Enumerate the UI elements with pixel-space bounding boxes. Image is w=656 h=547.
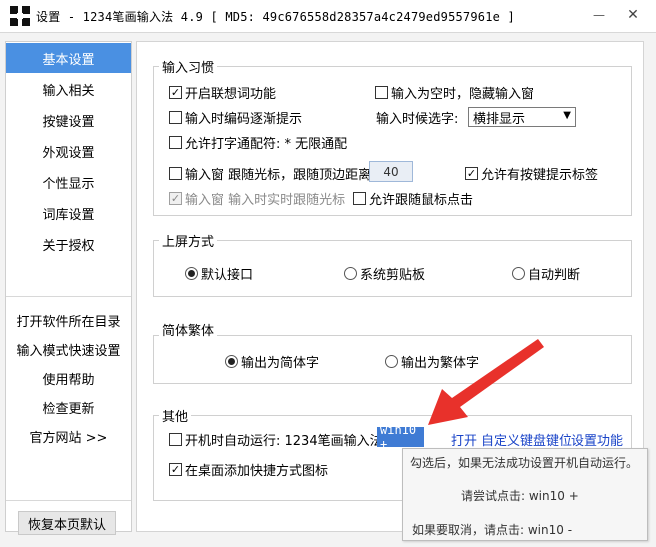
sidebar-item-label: 外观设置 — [42, 145, 95, 161]
sidebar-item-display[interactable]: 个性显示 — [6, 167, 131, 197]
group-title: 简体繁体 — [159, 320, 218, 339]
commit-auto-radio[interactable]: 自动判断 — [512, 264, 580, 283]
link-label: 检查更新 — [42, 401, 95, 417]
select-value: 横排显示 — [473, 111, 526, 127]
window-title: 设置 - 1234笔画输入法 4.9 [ MD5: 49c676558d2835… — [36, 10, 515, 24]
checkbox-icon — [169, 167, 182, 180]
checkbox-icon: ✓ — [465, 167, 478, 180]
sidebar-item-label: 关于授权 — [42, 238, 95, 254]
sidebar-item-label: 按键设置 — [42, 114, 95, 130]
checkbox-icon — [169, 433, 182, 446]
radio-label: 自动判断 — [528, 268, 581, 283]
tooltip-line: 如果要取消，请点击: win10 - — [412, 523, 573, 537]
desktop-shortcut-checkbox[interactable]: ✓ 在桌面添加快捷方式图标 — [169, 460, 328, 479]
follow-cursor-checkbox[interactable]: 输入窗 跟随光标，跟随顶边距离: — [169, 164, 376, 183]
help-link[interactable]: 使用帮助 — [6, 365, 131, 391]
close-button[interactable]: ✕ — [616, 4, 650, 26]
candidate-layout-label: 输入时候选字: — [376, 112, 459, 127]
annotation-arrow — [428, 339, 544, 425]
restore-defaults-button[interactable]: 恢复本页默认 — [18, 511, 116, 535]
mouse-follow-checkbox[interactable]: 允许跟随鼠标点击 — [353, 189, 473, 208]
link-label: 使用帮助 — [42, 372, 95, 388]
link-label: 官方网站 >> — [29, 430, 108, 446]
quick-mode-link[interactable]: 输入模式快速设置 — [6, 336, 131, 362]
sidebar-item-label: 词库设置 — [42, 207, 95, 223]
group-title: 其他 — [159, 406, 192, 425]
checkbox-label: 开机时自动运行: 1234笔画输入法 — [185, 434, 383, 449]
radio-icon — [344, 267, 357, 280]
checkbox-label: 开启联想词功能 — [185, 87, 277, 102]
sidebar-item-appearance[interactable]: 外观设置 — [6, 136, 131, 166]
minimize-icon: — — [593, 8, 605, 22]
wildcard-checkbox[interactable]: 允许打字通配符: * 无限通配 — [169, 133, 347, 152]
commit-clipboard-radio[interactable]: 系统剪贴板 — [344, 264, 425, 283]
sidebar: 基本设置 输入相关 按键设置 外观设置 个性显示 词库设置 关于授权 打开软件所… — [5, 41, 132, 532]
radio-icon — [512, 267, 525, 280]
checkbox-icon: ✓ — [169, 192, 182, 205]
settings-function-link[interactable]: 设置功能 — [571, 430, 623, 449]
sidebar-divider — [6, 500, 131, 501]
radio-label: 默认接口 — [201, 268, 254, 283]
app-logo-icon — [10, 6, 30, 26]
key-hint-tag-checkbox[interactable]: ✓ 允许有按键提示标签 — [465, 164, 598, 183]
checkbox-label: 允许跟随鼠标点击 — [369, 193, 474, 208]
open-link[interactable]: 打开 — [451, 430, 477, 449]
minimize-button[interactable]: — — [586, 4, 612, 26]
sidebar-item-label: 个性显示 — [42, 176, 95, 192]
sidebar-item-input[interactable]: 输入相关 — [6, 74, 131, 104]
sidebar-item-dictionary[interactable]: 词库设置 — [6, 198, 131, 228]
candidate-layout-select[interactable]: 横排显示 ▼ — [468, 107, 576, 127]
gradual-hint-checkbox[interactable]: 输入时编码逐渐提示 — [169, 108, 302, 127]
autostart-checkbox[interactable]: 开机时自动运行: 1234笔画输入法 — [169, 430, 383, 449]
sidebar-item-label: 输入相关 — [42, 83, 95, 99]
radio-label: 输出为简体字 — [241, 356, 320, 371]
checkbox-icon — [169, 111, 182, 124]
radio-icon — [225, 355, 238, 368]
checkbox-label: 输入窗 输入时实时跟随光标 — [185, 193, 346, 208]
group-title: 输入习惯 — [159, 57, 218, 76]
checkbox-icon — [169, 136, 182, 149]
follow-distance-input[interactable]: 40 — [369, 161, 413, 182]
chevron-down-icon: ▼ — [563, 110, 571, 121]
official-site-link[interactable]: 官方网站 >> — [6, 423, 131, 449]
close-icon: ✕ — [627, 7, 639, 23]
checkbox-label: 允许有按键提示标签 — [481, 168, 599, 183]
sidebar-item-basic[interactable]: 基本设置 — [6, 43, 131, 73]
group-title: 上屏方式 — [159, 231, 218, 250]
win10-plus-button[interactable]: win10 + — [377, 423, 424, 451]
tooltip-line: 勾选后，如果无法成功设置开机自动运行。 — [410, 456, 639, 470]
tooltip-line: 请尝试点击: win10 + — [461, 489, 579, 503]
checkbox-label: 输入为空时，隐藏输入窗 — [391, 87, 535, 102]
link-label: 输入模式快速设置 — [16, 343, 121, 359]
checkbox-label: 输入窗 跟随光标，跟随顶边距离: — [185, 168, 376, 183]
realtime-follow-checkbox[interactable]: ✓ 输入窗 输入时实时跟随光标 — [169, 189, 345, 208]
radio-label: 系统剪贴板 — [360, 268, 426, 283]
radio-icon — [185, 267, 198, 280]
checkbox-label: 允许打字通配符: * 无限通配 — [185, 137, 348, 152]
radio-icon — [385, 355, 398, 368]
custom-keys-link[interactable]: 自定义键盘键位 — [481, 430, 572, 449]
check-update-link[interactable]: 检查更新 — [6, 394, 131, 420]
output-simplified-radio[interactable]: 输出为简体字 — [225, 352, 319, 371]
checkbox-label: 输入时编码逐渐提示 — [185, 112, 303, 127]
checkbox-icon: ✓ — [169, 463, 182, 476]
title-bar: 设置 - 1234笔画输入法 4.9 [ MD5: 49c676558d2835… — [0, 0, 656, 32]
checkbox-label: 在桌面添加快捷方式图标 — [185, 464, 329, 479]
sidebar-item-keys[interactable]: 按键设置 — [6, 105, 131, 135]
open-folder-link[interactable]: 打开软件所在目录 — [6, 307, 131, 333]
sidebar-item-about[interactable]: 关于授权 — [6, 229, 131, 259]
checkbox-icon — [375, 86, 388, 99]
sidebar-item-label: 基本设置 — [42, 52, 95, 68]
link-label: 打开软件所在目录 — [16, 314, 121, 330]
checkbox-icon — [353, 192, 366, 205]
commit-default-radio[interactable]: 默认接口 — [185, 264, 253, 283]
checkbox-icon: ✓ — [169, 86, 182, 99]
sidebar-divider — [6, 296, 131, 297]
hide-empty-checkbox[interactable]: 输入为空时，隐藏输入窗 — [375, 83, 534, 102]
autostart-tooltip: 勾选后，如果无法成功设置开机自动运行。 请尝试点击: win10 + 如果要取消… — [402, 448, 648, 541]
assoc-checkbox[interactable]: ✓ 开启联想词功能 — [169, 83, 276, 102]
